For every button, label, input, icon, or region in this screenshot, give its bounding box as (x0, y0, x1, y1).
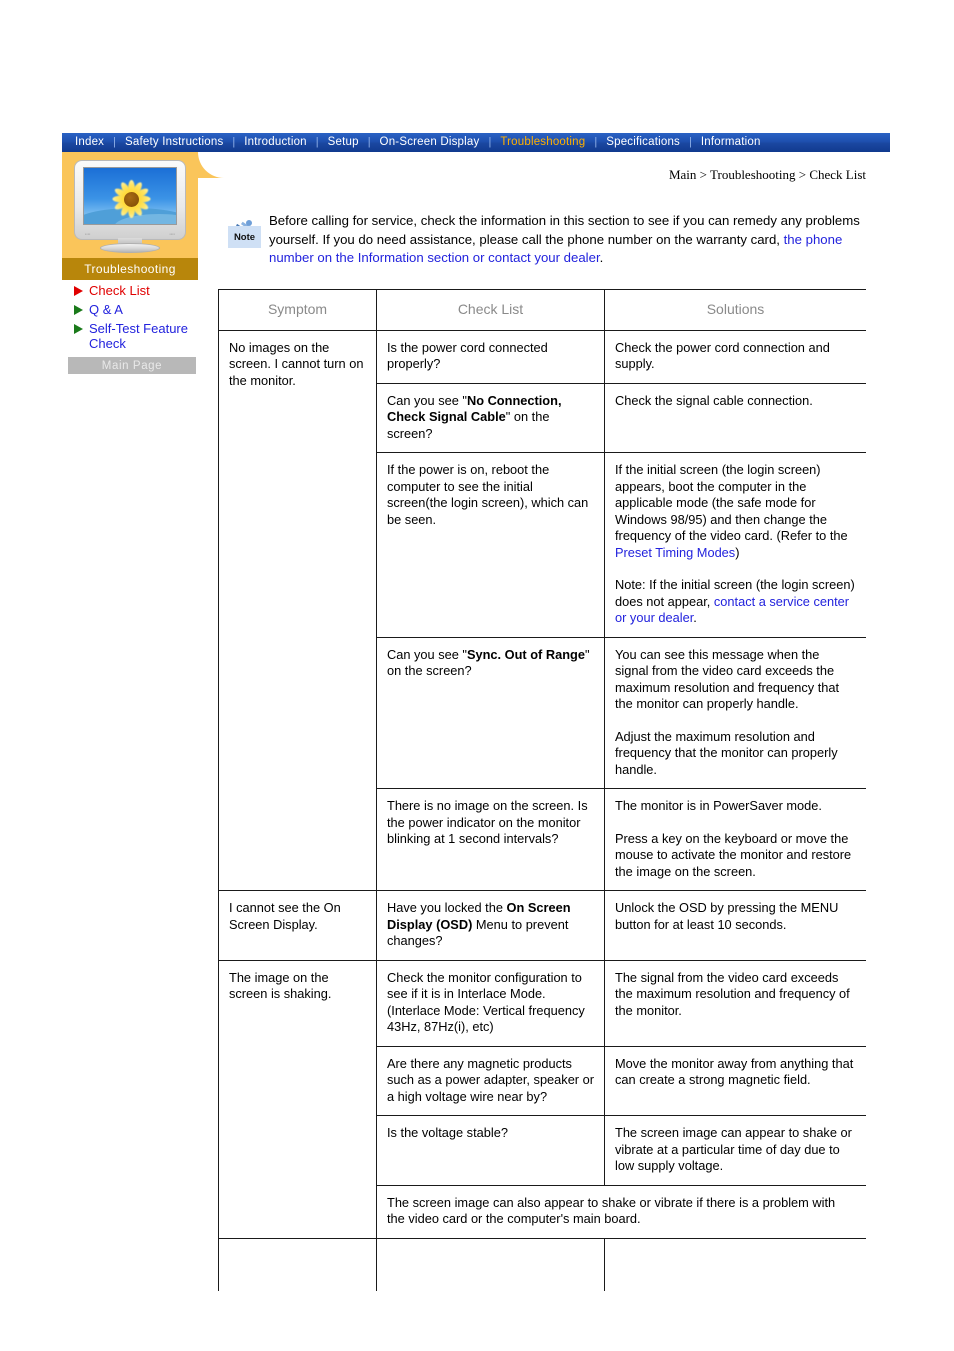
cell-check-partial (376, 1237, 605, 1291)
checklist-table-container: Symptom Check List Solutions No images o… (218, 289, 866, 1291)
sunflower-center (124, 192, 139, 207)
sunflower-icon (110, 178, 152, 218)
note-callout: Note Before calling for service, check t… (228, 212, 873, 268)
table-row-partial (218, 1237, 866, 1291)
monitor-base (100, 243, 160, 253)
sidebar-link-list: Check List Q & A Self-Test Feature Check (74, 283, 224, 355)
triangle-right-icon (74, 305, 83, 315)
cell-check: Is the voltage stable? (376, 1115, 605, 1186)
solution-link-preset-timing-modes[interactable]: Preset Timing Modes (615, 545, 735, 560)
sidebar-section-title: Troubleshooting (62, 258, 198, 280)
table-row: The image on the screen is shaking. Chec… (218, 959, 866, 1239)
note-badge-label: Note (233, 232, 256, 243)
solution-text-p4: . (693, 610, 697, 625)
nav-item-introduction[interactable]: Introduction (235, 133, 316, 152)
nav-item-specifications[interactable]: Specifications (597, 133, 689, 152)
main-page-button[interactable]: Main Page (68, 357, 196, 374)
table-row: I cannot see the On Screen Display. Have… (218, 890, 866, 961)
nav-item-safety-instructions[interactable]: Safety Instructions (116, 133, 232, 152)
cell-symptom: I cannot see the On Screen Display. (218, 890, 377, 961)
cell-check: Can you see "No Connection, Check Signal… (376, 382, 605, 453)
sidebar-item-label: Q & A (89, 302, 123, 317)
cell-merged-note: The screen image can also appear to shak… (376, 1184, 866, 1239)
cell-check: Check the monitor configuration to see i… (376, 959, 605, 1047)
check-text-pre: Can you see " (387, 392, 467, 408)
breadcrumb: Main > Troubleshooting > Check List (668, 167, 866, 182)
solution-text-p1: You can see this message when the signal… (615, 646, 840, 712)
cell-solution: Move the monitor away from anything that… (604, 1045, 866, 1116)
cell-symptom: No images on the screen. I cannot turn o… (218, 329, 377, 891)
triangle-right-icon (74, 324, 83, 334)
check-text-bold: Sync. Out of Range (466, 646, 585, 662)
note-text-part2: . (599, 250, 604, 265)
table-row: No images on the screen. I cannot turn o… (218, 329, 866, 891)
crt-monitor-sunflower-icon: ▪▪▪▪ ▪▪▪▪ (74, 160, 186, 253)
monitor-screen (83, 167, 177, 225)
sidebar-item-label: Self-Test Feature Check (89, 321, 188, 351)
cell-check: Can you see "Sync. Out of Range" on the … (376, 636, 605, 789)
sidebar-item-check-list[interactable]: Check List (74, 283, 224, 298)
solution-text-p2: ) (735, 544, 740, 560)
nav-item-index[interactable]: Index (66, 133, 113, 152)
cell-solution: The signal from the video card exceeds t… (604, 959, 866, 1047)
monitor-bezel-marks: ▪▪▪▪ ▪▪▪▪ (85, 232, 175, 236)
cell-check: Have you locked the On Screen Display (O… (376, 890, 605, 961)
nav-item-information[interactable]: Information (692, 133, 770, 152)
sidebar-item-label: Check List (89, 283, 150, 298)
cell-solution: The monitor is in PowerSaver mode. Press… (604, 788, 866, 891)
solution-text-p2: Adjust the maximum resolution and freque… (615, 728, 838, 777)
note-text: Before calling for service, check the in… (269, 212, 873, 268)
cell-solution: You can see this message when the signal… (604, 636, 866, 789)
column-header-symptom: Symptom (218, 289, 377, 331)
nav-item-setup[interactable]: Setup (319, 133, 368, 152)
nav-item-troubleshooting[interactable]: Troubleshooting (491, 133, 594, 152)
sidebar-panel-corner (198, 152, 224, 178)
monitor-case: ▪▪▪▪ ▪▪▪▪ (74, 160, 186, 240)
check-text-pre: Have you locked the (387, 900, 507, 915)
triangle-right-icon (74, 286, 83, 296)
top-navigation-bar: Index | Safety Instructions | Introducti… (62, 133, 890, 152)
note-text-part1: Before calling for service, check the in… (269, 213, 860, 247)
cell-check: If the power is on, reboot the computer … (376, 452, 605, 638)
cell-check: Are there any magnetic products such as … (376, 1045, 605, 1116)
cell-solution: Unlock the OSD by pressing the MENU butt… (604, 890, 866, 961)
checklist-table: Symptom Check List Solutions No images o… (218, 289, 866, 1291)
cell-solution: If the initial screen (the login screen)… (604, 452, 866, 638)
solution-text-p1: The monitor is in PowerSaver mode. (615, 798, 822, 813)
pushpin-note-icon: Note (228, 218, 261, 248)
cell-solution: Check the signal cable connection. (604, 382, 866, 453)
cell-solution: Check the power cord connection and supp… (604, 329, 866, 384)
column-header-solutions: Solutions (604, 289, 866, 331)
column-header-check-list: Check List (376, 289, 605, 331)
table-header-row: Symptom Check List Solutions (218, 289, 866, 331)
cell-symptom-partial (218, 1237, 377, 1291)
cell-symptom: The image on the screen is shaking. (218, 959, 377, 1239)
cell-solution: The screen image can appear to shake or … (604, 1115, 866, 1186)
sidebar-item-self-test-feature-check[interactable]: Self-Test Feature Check (74, 321, 224, 351)
sidebar-item-qa[interactable]: Q & A (74, 302, 224, 317)
check-text-pre: Can you see " (387, 646, 467, 662)
cell-check: Is the power cord connected properly? (376, 329, 605, 384)
solution-text-p1: If the initial screen (the login screen)… (615, 462, 848, 543)
solution-text-p2: Press a key on the keyboard or move the … (615, 830, 852, 879)
nav-item-on-screen-display[interactable]: On-Screen Display (371, 133, 489, 152)
cell-check: There is no image on the screen. Is the … (376, 788, 605, 891)
cell-solution-partial (604, 1237, 866, 1291)
